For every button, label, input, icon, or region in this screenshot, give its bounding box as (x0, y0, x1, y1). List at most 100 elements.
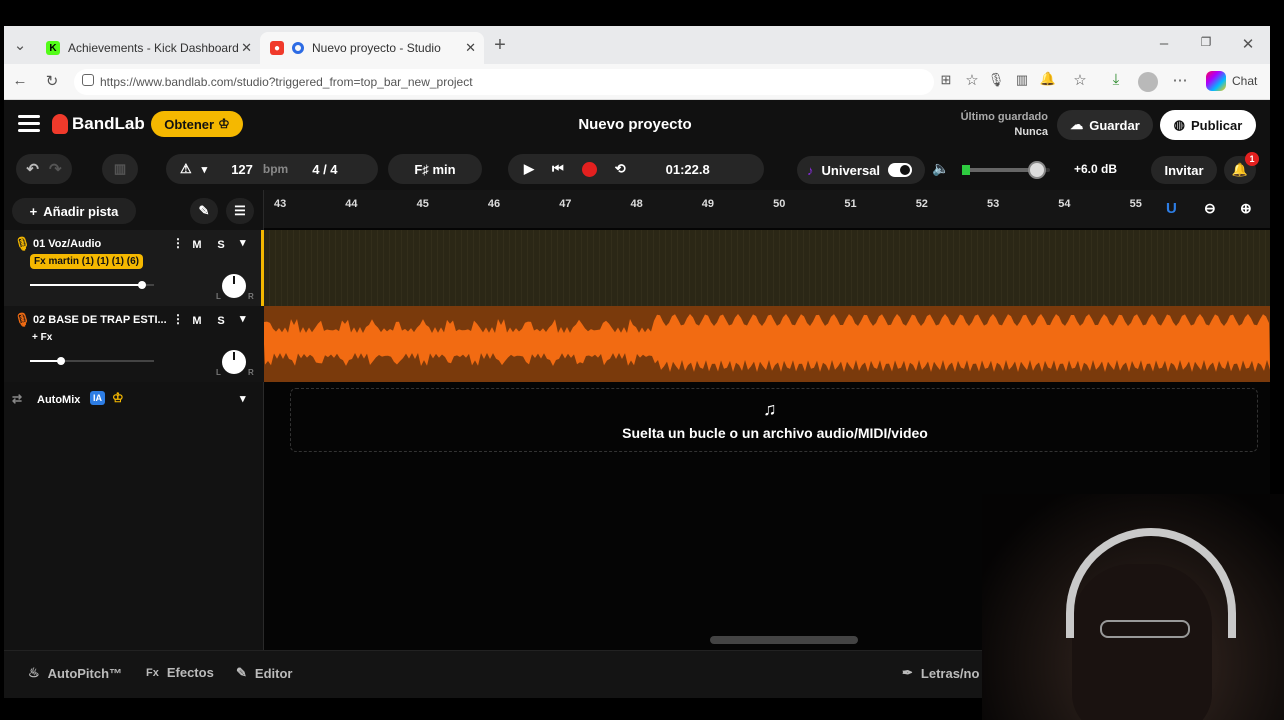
zoom-in-icon[interactable]: ⊕ (1240, 200, 1252, 217)
voz-track-lane[interactable] (264, 230, 1270, 306)
site-info-icon[interactable] (82, 74, 94, 86)
chevron-down-icon[interactable]: ▾ (240, 312, 246, 325)
microphone-icon[interactable]: 🎙 (986, 72, 1006, 88)
piano-icon[interactable]: ▥ (1012, 72, 1032, 88)
base-track-region[interactable] (264, 306, 1270, 382)
pan-knob[interactable] (222, 274, 246, 298)
more-menu-icon[interactable]: ⋯ (1170, 71, 1190, 89)
url-field[interactable]: https://www.bandlab.com/studio?triggered… (74, 69, 934, 95)
record-icon[interactable] (581, 161, 597, 177)
drop-zone[interactable]: ♫ Suelta un bucle o un archivo audio/MID… (290, 388, 1258, 452)
editor-button[interactable]: ✎ Editor (236, 665, 292, 681)
ia-badge: IA (90, 391, 105, 405)
crown-icon: ♔ (218, 116, 230, 131)
wrench-icon[interactable]: ✎ (190, 198, 218, 224)
close-tab-icon[interactable]: ✕ (465, 40, 476, 56)
effects-label: Efectos (166, 665, 214, 680)
play-icon[interactable]: ▶ (524, 161, 534, 177)
close-window-icon[interactable]: ✕ (1238, 35, 1258, 53)
mute-button[interactable]: M (188, 312, 206, 330)
fx-chip[interactable]: Fx martin (1) (1) (1) (6) (30, 254, 144, 269)
bar-number: 50 (773, 198, 786, 210)
reload-icon[interactable]: ↻ (42, 72, 62, 90)
restore-icon[interactable]: ❐ (1196, 35, 1216, 49)
globe-icon: ◍ (1173, 117, 1186, 132)
horizontal-scrollbar[interactable] (710, 636, 858, 644)
favorite-star-icon[interactable]: ☆ (962, 71, 982, 89)
automix-row[interactable]: ⇄ AutoMix IA ♔ ▾ (4, 386, 264, 416)
back-icon[interactable]: ← (10, 72, 30, 89)
speaker-icon[interactable]: 🔈 (932, 160, 949, 177)
undo-icon[interactable]: ↶ (26, 160, 39, 178)
chat-label[interactable]: Chat (1232, 74, 1257, 88)
skip-back-icon[interactable]: ⏮ (552, 161, 564, 177)
track-header-base[interactable]: 🎙 02 BASE DE TRAP ESTI... ⋮ M S ▾ + Fx L… (4, 306, 264, 382)
pan-left-label: L (216, 292, 221, 301)
favorites-icon[interactable]: ☆ (1070, 71, 1090, 89)
close-tab-icon[interactable]: ✕ (241, 40, 252, 56)
minimize-icon[interactable]: – (1154, 35, 1174, 52)
track-menu-icon[interactable]: ⋮ (172, 312, 184, 326)
effects-button[interactable]: Fx Efectos (146, 665, 214, 680)
track-panel: + Añadir pista ✎ ☰ 🎙 01 Voz/Audio ⋮ M S … (4, 190, 264, 650)
tracks-settings-icon[interactable]: ☰ (226, 198, 254, 224)
split-screen-icon[interactable]: ⊞ (936, 72, 956, 88)
tab-list-icon[interactable]: ⌄ (10, 36, 30, 54)
metronome-icon[interactable]: ⚠ (180, 161, 192, 177)
glasses-icon (1100, 620, 1190, 638)
download-icon[interactable]: ⤓ (1106, 71, 1126, 88)
piano-keys-icon[interactable]: ▥ (102, 154, 138, 184)
solo-button[interactable]: S (212, 312, 230, 330)
track-header-voz[interactable]: 🎙 01 Voz/Audio ⋮ M S ▾ Fx martin (1) (1)… (4, 230, 264, 306)
get-button[interactable]: Obtener ♔ (151, 111, 243, 137)
bell-icon[interactable]: 🔔 (1038, 71, 1058, 87)
copilot-icon[interactable] (1206, 71, 1226, 91)
instrument-toggle[interactable] (888, 163, 913, 177)
notification-badge: 1 (1245, 152, 1259, 166)
add-track-button[interactable]: + Añadir pista (12, 198, 136, 224)
pan-left-label: L (216, 368, 221, 377)
chevron-down-icon[interactable]: ▾ (240, 392, 246, 405)
instrument-name: Universal (821, 162, 881, 178)
track-name[interactable]: 01 Voz/Audio (33, 238, 101, 250)
zoom-out-icon[interactable]: ⊖ (1204, 200, 1216, 217)
profile-avatar[interactable] (1138, 72, 1158, 92)
key-selector[interactable]: F♯ min (388, 154, 482, 184)
timeline-ruler[interactable]: 43 44 45 46 47 48 49 50 51 52 53 54 55 (264, 190, 1270, 228)
instrument-selector[interactable]: ♪ Universal (797, 156, 925, 184)
bpm-value[interactable]: 127 (231, 162, 253, 177)
bandlab-logo-icon (52, 114, 68, 134)
solo-button[interactable]: S (212, 236, 230, 254)
track-menu-icon[interactable]: ⋮ (172, 236, 184, 250)
magnet-snap-icon[interactable]: U (1166, 200, 1177, 217)
volume-slider[interactable] (30, 357, 154, 365)
plus-icon: + (29, 203, 38, 219)
bar-number: 53 (987, 198, 1000, 210)
loop-icon[interactable]: ⟲ (615, 161, 626, 177)
hamburger-menu-icon[interactable] (18, 115, 40, 132)
add-fx-button[interactable]: + Fx (32, 332, 52, 343)
master-volume-slider[interactable] (962, 161, 1050, 179)
autopitch-button[interactable]: ♨ AutoPitch™ (28, 665, 122, 681)
chevron-down-icon[interactable]: ▾ (240, 236, 246, 249)
tab-kick-dashboard[interactable]: K Achievements - Kick Dashboard ✕ (36, 32, 260, 64)
chevron-down-icon[interactable]: ▾ (202, 163, 208, 176)
redo-icon[interactable]: ↷ (49, 160, 62, 178)
save-button[interactable]: ☁ Guardar (1057, 110, 1153, 140)
tab-title: Achievements - Kick Dashboard (68, 41, 239, 55)
lyrics-button[interactable]: ✒ Letras/no (902, 665, 979, 681)
track-name[interactable]: 02 BASE DE TRAP ESTI... (33, 314, 167, 326)
publish-button[interactable]: ◍ Publicar (1160, 110, 1256, 140)
mute-button[interactable]: M (188, 236, 206, 254)
bar-number: 45 (416, 198, 429, 210)
pan-knob[interactable] (222, 350, 246, 374)
tab-bandlab-studio[interactable]: ● Nuevo proyecto - Studio ✕ (260, 32, 484, 64)
volume-slider[interactable] (30, 281, 154, 289)
bandlab-favicon-icon: ● (270, 41, 284, 55)
bar-number: 43 (274, 198, 287, 210)
bar-number: 52 (915, 198, 928, 210)
time-signature[interactable]: 4 / 4 (312, 162, 337, 177)
invite-button[interactable]: Invitar (1151, 156, 1217, 184)
new-tab-icon[interactable]: + (490, 34, 510, 57)
project-title[interactable]: Nuevo proyecto (535, 116, 735, 133)
